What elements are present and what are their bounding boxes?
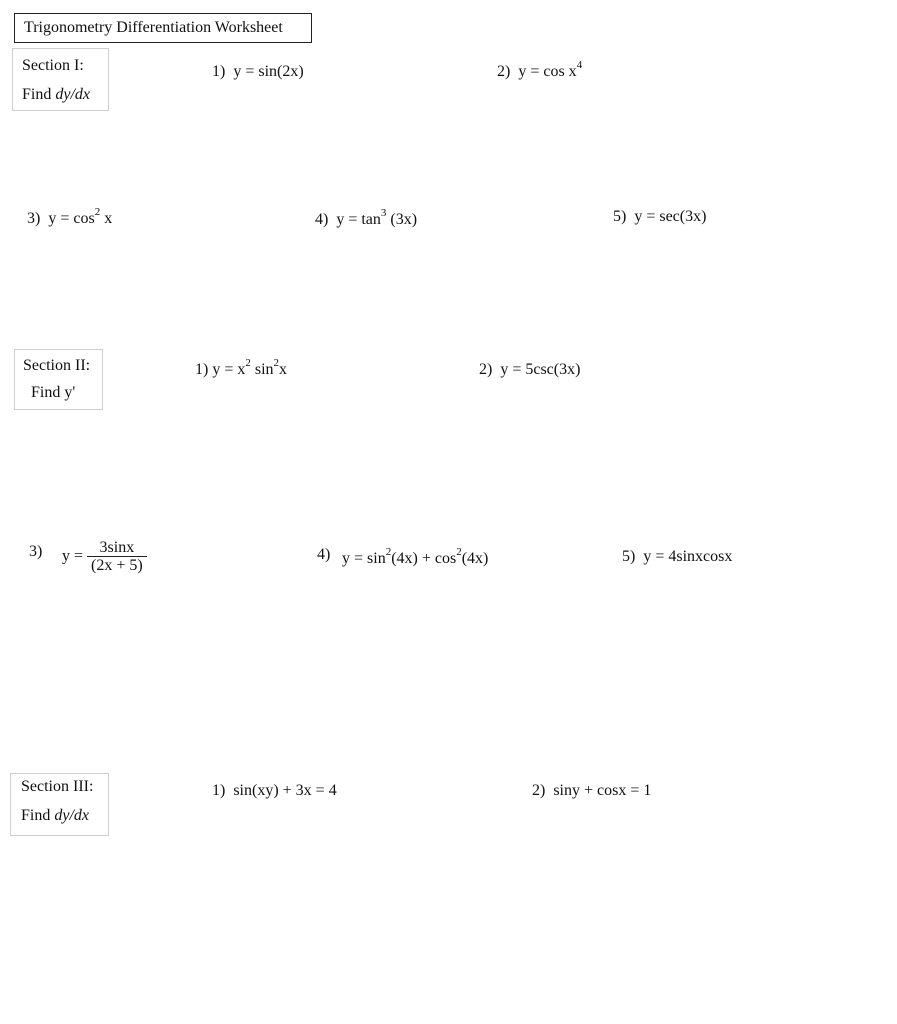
section-2-box: Section II: Find y'	[14, 349, 103, 410]
section-1-instruction: Find dy/dx	[22, 86, 90, 103]
section-3-problem-2: 2) siny + cosx = 1	[532, 782, 652, 799]
section-2-problem-4: y = sin2(4x) + cos2(4x)	[342, 546, 489, 567]
section-2-problem-1: 1) y = x2 sin2x	[195, 357, 288, 378]
section-1-problem-1: 1) y = sin(2x)	[212, 63, 304, 80]
section-3-box: Section III: Find dy/dx	[10, 773, 109, 836]
section-2-problem-4-number: 4)	[317, 546, 331, 563]
section-1-problem-4: 4) y = tan3 (3x)	[315, 207, 418, 228]
worksheet-title: Trigonometry Differentiation Worksheet	[14, 13, 312, 43]
section-3-problem-1: 1) sin(xy) + 3x = 4	[212, 782, 337, 799]
section-1-box: Section I: Find dy/dx	[12, 48, 109, 111]
section-2-problem-5: 5) y = 4sinxcosx	[622, 548, 733, 565]
section-1-problem-3: 3) y = cos2 x	[27, 206, 113, 227]
section-1-heading: Section I:	[22, 57, 84, 74]
section-2-problem-2: 2) y = 5csc(3x)	[479, 361, 581, 378]
section-1-problem-2: 2) y = cos x4	[497, 59, 583, 80]
section-1-problem-5: 5) y = sec(3x)	[613, 208, 707, 225]
section-2-heading: Section II:	[23, 357, 91, 374]
section-3-instruction: Find dy/dx	[21, 807, 89, 824]
section-2-instruction: Find y'	[31, 384, 76, 401]
section-3-heading: Section III:	[21, 778, 94, 795]
section-2-problem-3: y = 3sinx (2x + 5)	[62, 539, 147, 575]
section-2-problem-3-number: 3)	[29, 543, 43, 560]
fraction-numerator: 3sinx	[87, 539, 147, 557]
fraction-denominator: (2x + 5)	[91, 557, 143, 574]
fraction: 3sinx (2x + 5)	[87, 539, 147, 575]
